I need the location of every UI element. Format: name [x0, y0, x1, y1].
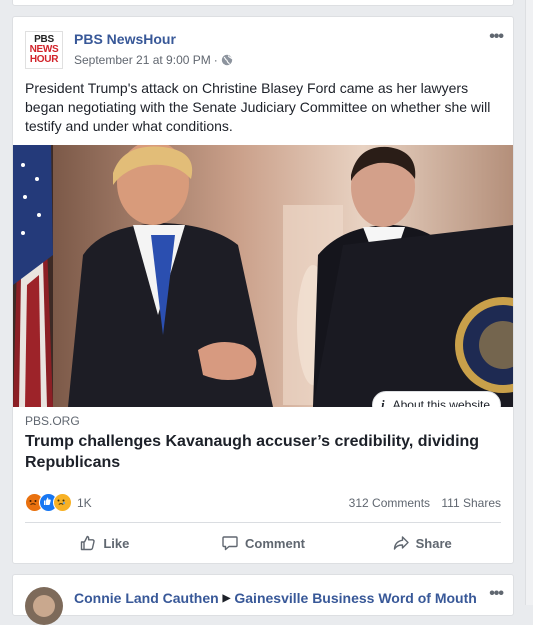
actions-divider [25, 522, 501, 523]
reaction-count[interactable]: 1K [77, 496, 92, 510]
post-actions: Like Comment Share [25, 529, 501, 557]
link-title[interactable]: Trump challenges Kavanaugh accuser’s cre… [25, 431, 495, 473]
comment-label: Comment [245, 535, 305, 551]
next-post-group[interactable]: Gainesville Business Word of Mouth [234, 590, 476, 606]
link-preview-image[interactable]: i About this website [13, 145, 513, 407]
next-post-card: Connie Land Cauthen ▶ Gainesville Busine… [12, 574, 514, 625]
page-avatar[interactable]: PBS NEWS HOUR [25, 31, 63, 69]
next-post-avatar[interactable] [25, 587, 63, 625]
meta-separator: · [213, 53, 218, 67]
comment-button[interactable]: Comment [184, 529, 343, 557]
like-label: Like [103, 535, 130, 551]
reactions-row: 1K 312 Comments 111 Shares [25, 493, 501, 513]
engagement-counts: 312 Comments 111 Shares [341, 496, 501, 510]
next-post-header: Connie Land Cauthen ▶ Gainesville Busine… [74, 590, 477, 606]
arrow-right-icon: ▶ [222, 592, 231, 604]
post-meta: September 21 at 9:00 PM · [74, 53, 233, 67]
link-domain[interactable]: PBS.ORG [25, 414, 80, 428]
page-name-link[interactable]: PBS NewsHour [74, 31, 176, 47]
next-post-author[interactable]: Connie Land Cauthen [74, 590, 219, 606]
post-card: PBS NEWS HOUR PBS NewsHour September 21 … [12, 16, 514, 564]
right-panel-edge [525, 0, 533, 605]
previous-post-card-edge [12, 0, 514, 6]
globe-icon[interactable] [221, 54, 233, 66]
reaction-icons[interactable] [25, 493, 72, 512]
avatar-logo-line-3: HOUR [29, 54, 59, 65]
post-text: President Trump's attack on Christine Bl… [25, 80, 491, 134]
thumbs-up-icon [81, 535, 96, 551]
about-this-website-label: About this website [392, 398, 490, 407]
share-button[interactable]: Share [342, 529, 501, 557]
share-arrow-icon [393, 536, 409, 550]
sad-reaction-icon [53, 493, 72, 512]
comment-icon [222, 536, 238, 551]
info-icon: i [380, 397, 385, 407]
share-count[interactable]: 111 Shares [441, 496, 501, 510]
like-button[interactable]: Like [25, 529, 184, 557]
share-label: Share [415, 535, 452, 551]
about-this-website-button[interactable]: i About this website [371, 391, 501, 407]
post-timestamp[interactable]: September 21 at 9:00 PM [74, 53, 211, 67]
post-options-more-icon[interactable]: ••• [489, 28, 504, 46]
next-post-more-icon[interactable]: ••• [489, 585, 504, 603]
comment-count[interactable]: 312 Comments [349, 496, 430, 510]
